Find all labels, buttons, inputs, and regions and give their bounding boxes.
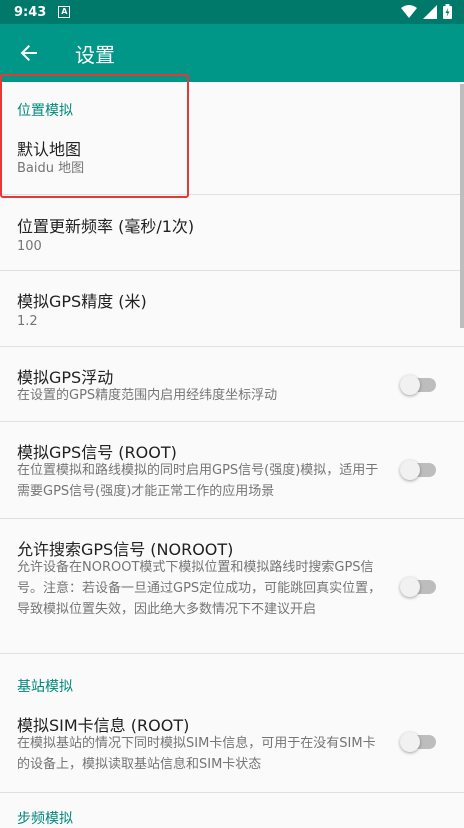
pref-summary: 允许设备在NOROOT模式下模拟位置和模拟路线时搜索GPS信号。注意：若设备一旦… [17, 560, 382, 617]
gps-search-toggle[interactable] [400, 577, 436, 597]
divider [0, 653, 464, 654]
section-header-cell: 基站模拟 [17, 679, 73, 695]
pref-title: 模拟GPS精度 (米) [17, 292, 147, 311]
pref-sim-info[interactable]: 模拟SIM卡信息 (ROOT) 在模拟基站的情况下同时模拟SIM卡信息，可用于在… [0, 702, 464, 793]
status-time: 9:43 [14, 4, 47, 20]
section-header-step: 步频模拟 [17, 811, 73, 827]
pref-summary: 1.2 [17, 314, 38, 329]
signal-icon [423, 4, 437, 19]
pref-gps-signal[interactable]: 模拟GPS信号 (ROOT) 在位置模拟和路线模拟的同时启用GPS信号(强度)模… [0, 422, 464, 519]
pref-summary: 100 [17, 239, 42, 254]
pref-gps-search[interactable]: 允许搜索GPS信号 (NOROOT) 允许设备在NOROOT模式下模拟位置和模拟… [0, 519, 464, 653]
pref-summary: 在模拟基站的情况下同时模拟SIM卡信息，可用于在没有SIM卡的设备上，模拟读取基… [17, 736, 376, 772]
highlight-box [0, 74, 189, 198]
battery-icon [443, 4, 452, 19]
sim-info-toggle[interactable] [400, 732, 436, 752]
status-bar: 9:43 A [0, 0, 464, 24]
scrollbar[interactable] [460, 84, 464, 328]
pref-update-frequency[interactable]: 位置更新频率 (毫秒/1次) 100 [0, 195, 464, 271]
notification-icon: A [58, 6, 71, 18]
pref-gps-float[interactable]: 模拟GPS浮动 在设置的GPS精度范围内启用经纬度坐标浮动 [0, 347, 464, 422]
pref-summary: 在设置的GPS精度范围内启用经纬度坐标浮动 [17, 388, 278, 403]
pref-title: 位置更新频率 (毫秒/1次) [17, 217, 195, 236]
pref-gps-accuracy[interactable]: 模拟GPS精度 (米) 1.2 [0, 271, 464, 347]
wifi-icon [401, 4, 417, 18]
pref-summary: 在位置模拟和路线模拟的同时启用GPS信号(强度)模拟，适用于需要GPS信号(强度… [17, 463, 379, 499]
page-title: 设置 [75, 42, 115, 67]
gps-signal-toggle[interactable] [400, 460, 436, 480]
arrow-back-icon [20, 45, 37, 61]
gps-float-toggle[interactable] [400, 375, 436, 395]
